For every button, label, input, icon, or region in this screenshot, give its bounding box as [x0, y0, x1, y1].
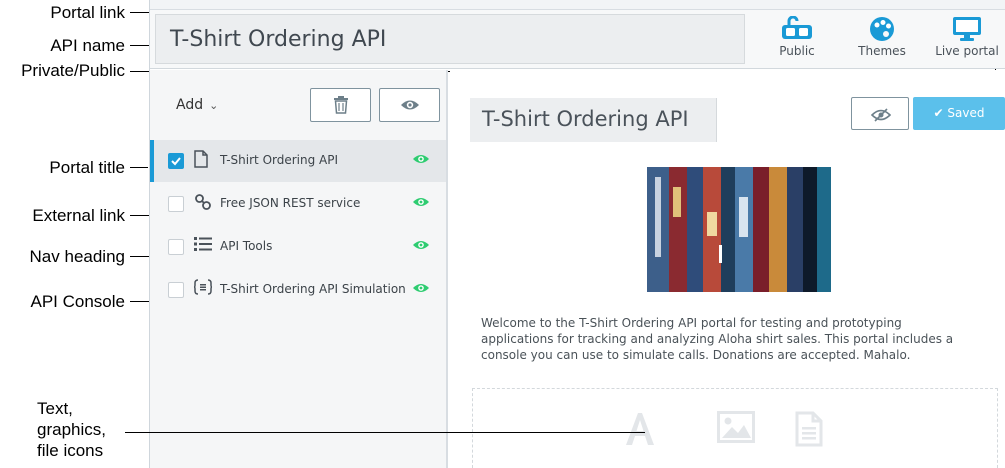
- trash-icon: [333, 96, 349, 119]
- public-label: Public: [779, 44, 815, 58]
- nav-item-label: T-Shirt Ordering API: [220, 153, 339, 167]
- visible-eye-icon[interactable]: [412, 281, 430, 299]
- portal-editor: T-Shirt Ordering API Public Themes Live …: [149, 0, 1005, 468]
- live-portal-label: Live portal: [935, 44, 999, 58]
- page-title: T-Shirt Ordering API: [482, 107, 689, 131]
- nav-item-portal-title[interactable]: T-Shirt Ordering API: [150, 140, 446, 182]
- nav-item-api-console[interactable]: T-Shirt Ordering API Simulation: [150, 269, 446, 311]
- visible-eye-icon[interactable]: [412, 195, 430, 213]
- nav-item-nav-heading[interactable]: API Tools: [150, 226, 446, 268]
- public-toggle-button[interactable]: Public: [762, 14, 832, 62]
- hero-image: [647, 167, 831, 292]
- console-icon: [193, 279, 213, 299]
- visible-eye-icon[interactable]: [412, 152, 430, 170]
- image-icon[interactable]: [717, 411, 755, 448]
- add-dropdown[interactable]: Add ⌄: [176, 97, 218, 113]
- callout-api-console: API Console: [30, 292, 126, 311]
- show-button[interactable]: [379, 88, 440, 122]
- document-icon: [194, 150, 212, 170]
- hide-page-button[interactable]: [851, 97, 909, 130]
- page-title-field[interactable]: T-Shirt Ordering API: [470, 98, 717, 142]
- nav-item-external-link[interactable]: Free JSON REST service: [150, 183, 446, 225]
- palette-icon: [869, 16, 895, 47]
- nav-item-label: API Tools: [220, 239, 273, 253]
- callout-portal-title: Portal title: [49, 158, 125, 177]
- checkbox[interactable]: [168, 196, 184, 212]
- visible-eye-icon[interactable]: [412, 238, 430, 256]
- callout-assets-line2: graphics,: [37, 420, 106, 439]
- callout-nav-heading: Nav heading: [29, 247, 125, 266]
- callout-external-link: External link: [32, 206, 125, 225]
- eye-slash-icon: [870, 108, 892, 127]
- monitor-icon: [952, 16, 982, 47]
- api-name-text: T-Shirt Ordering API: [170, 27, 387, 52]
- eye-icon: [400, 98, 420, 117]
- leader-assets: [125, 432, 645, 433]
- welcome-text: Welcome to the T-Shirt Ordering API port…: [481, 316, 954, 362]
- file-icon[interactable]: [795, 411, 823, 452]
- saved-label: Saved: [947, 106, 985, 120]
- callout-assets-line1: Text,: [37, 399, 73, 418]
- callout-portal-link: Portal link: [50, 3, 125, 22]
- page-content: T-Shirt Ordering API ✔ Saved Welcome to …: [450, 70, 1005, 468]
- callout-assets-line3: file icons: [37, 441, 104, 460]
- themes-button[interactable]: Themes: [847, 14, 917, 62]
- live-portal-button[interactable]: Live portal: [931, 14, 1003, 62]
- page-sidebar: Add ⌄ T-Shirt Ordering API Free JSON RES…: [150, 70, 448, 468]
- nav-item-label: T-Shirt Ordering API Simulation: [220, 282, 406, 296]
- callout-assets: Text, graphics, file icons: [37, 398, 137, 461]
- delete-button[interactable]: [310, 88, 371, 122]
- chevron-down-icon: ⌄: [209, 99, 219, 112]
- checkbox[interactable]: [168, 282, 184, 298]
- api-name-field[interactable]: T-Shirt Ordering API: [155, 14, 745, 64]
- callout-private-public: Private/Public: [21, 61, 125, 80]
- content-dropzone[interactable]: [472, 388, 998, 468]
- editor-header: T-Shirt Ordering API Public Themes Live …: [150, 10, 1005, 69]
- top-strip: [150, 0, 1005, 10]
- checkmark-icon: ✔: [933, 106, 944, 120]
- themes-label: Themes: [858, 44, 906, 58]
- link-icon: [194, 193, 212, 213]
- saved-button[interactable]: ✔ Saved: [913, 97, 1005, 130]
- checkbox-checked[interactable]: [168, 153, 184, 169]
- add-label: Add: [176, 97, 204, 113]
- leader-external-link: [130, 215, 150, 216]
- leader-nav-heading: [130, 256, 150, 257]
- callout-api-name: API name: [50, 36, 125, 55]
- nav-item-label: Free JSON REST service: [220, 196, 361, 210]
- public-lock-icon: [780, 15, 814, 45]
- list-icon: [194, 236, 212, 256]
- leader-portal-title: [130, 167, 148, 168]
- leader-api-console: [130, 301, 150, 302]
- checkbox[interactable]: [168, 239, 184, 255]
